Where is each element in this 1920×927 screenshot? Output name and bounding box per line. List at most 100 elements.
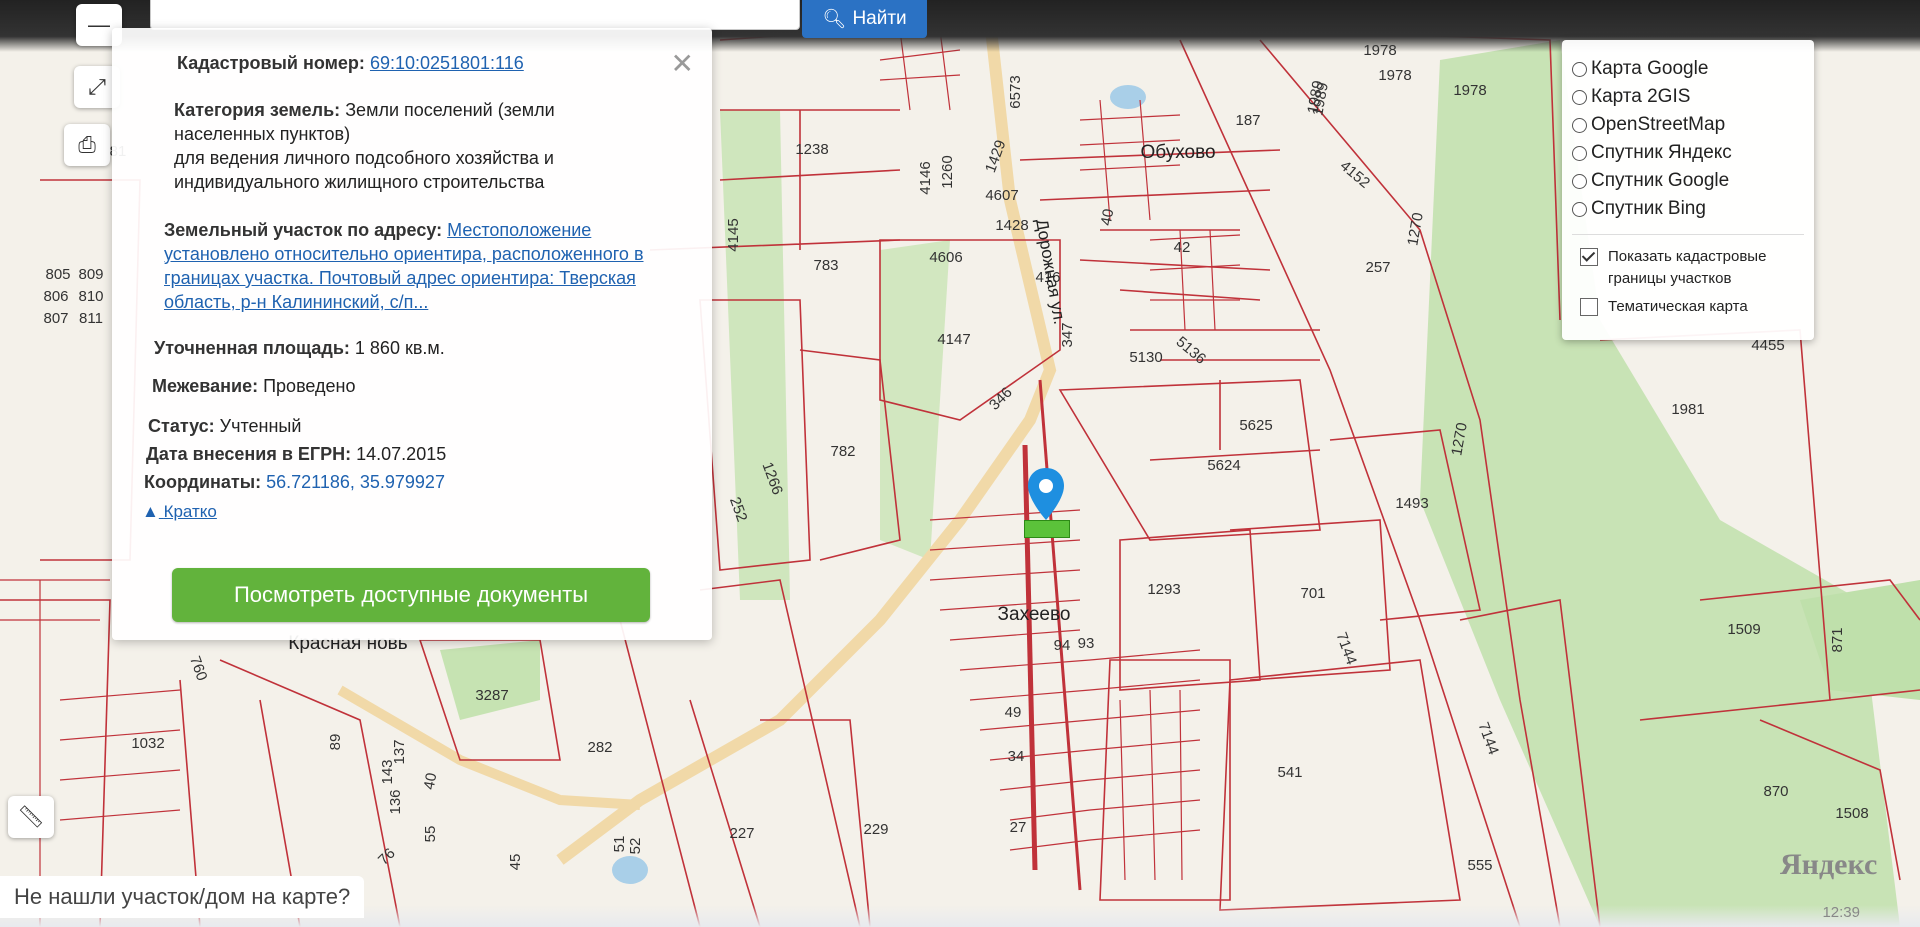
parcel-number[interactable]: 5625 bbox=[1239, 417, 1272, 434]
parcel-number[interactable]: 810 bbox=[78, 288, 103, 305]
address-link-4[interactable]: область, р-н Калининский, с/п... bbox=[164, 290, 644, 314]
egrn-label: Дата внесения в ЕГРН: bbox=[146, 444, 352, 464]
coords-value[interactable]: 56.721186, 35.979927 bbox=[266, 472, 445, 492]
collapse-link[interactable]: ▲ Кратко bbox=[142, 502, 217, 522]
printer-icon: ⎙ bbox=[78, 132, 96, 157]
cadastral-number-link[interactable]: 69:10:0251801:116 bbox=[370, 53, 524, 73]
radio-button[interactable] bbox=[1572, 173, 1587, 189]
map-type-option[interactable]: Спутник Яндекс bbox=[1572, 142, 1732, 164]
expand-icon: ⤢ bbox=[88, 74, 106, 99]
parcel-number[interactable]: 45 bbox=[507, 854, 524, 871]
address-link-3[interactable]: границах участка. Почтовый адрес ориенти… bbox=[164, 266, 644, 290]
map-type-option[interactable]: Карта 2GIS bbox=[1572, 86, 1690, 108]
parcel-number[interactable]: 51 bbox=[611, 836, 628, 853]
parcel-number[interactable]: 93 bbox=[1078, 635, 1095, 652]
parcel-number[interactable]: 871 bbox=[1829, 627, 1846, 652]
map-type-option[interactable]: Карта Google bbox=[1572, 58, 1708, 80]
coords-label: Координаты: bbox=[144, 472, 262, 492]
map-type-label: Спутник Google bbox=[1591, 170, 1730, 191]
parcel-number[interactable]: 27 bbox=[1010, 819, 1027, 836]
not-found-link[interactable]: Не нашли участок/дом на карте? bbox=[0, 876, 365, 918]
thematic-checkbox[interactable] bbox=[1580, 298, 1598, 316]
parcel-number[interactable]: 870 bbox=[1763, 783, 1788, 800]
radio-button[interactable] bbox=[1572, 61, 1587, 77]
map-app: 1978197819781989187198941521270257445519… bbox=[0, 0, 1920, 927]
parcel-number[interactable]: 1493 bbox=[1395, 495, 1428, 512]
radio-button[interactable] bbox=[1572, 117, 1587, 133]
address-link-1[interactable]: Местоположение bbox=[447, 220, 591, 240]
parcel-number[interactable]: 701 bbox=[1300, 585, 1325, 602]
parcel-number[interactable]: 1238 bbox=[795, 141, 828, 158]
parcel-number[interactable]: 1508 bbox=[1835, 805, 1868, 822]
show-borders-option[interactable]: Показать кадастровые границы участков bbox=[1580, 246, 1766, 290]
parcel-number[interactable]: 6573 bbox=[1007, 75, 1024, 108]
address-link-2[interactable]: установлено относительно ориентира, расп… bbox=[164, 242, 644, 266]
parcel-number[interactable]: 1978 bbox=[1453, 82, 1486, 99]
parcel-number[interactable]: 55 bbox=[422, 826, 439, 843]
map-type-option[interactable]: Спутник Bing bbox=[1572, 198, 1706, 220]
parcel-number[interactable]: 1293 bbox=[1147, 581, 1180, 598]
parcel-number[interactable]: 187 bbox=[1235, 112, 1260, 129]
parcel-number[interactable]: 34 bbox=[1008, 748, 1025, 765]
parcel-number[interactable]: 257 bbox=[1365, 259, 1390, 276]
radio-button[interactable] bbox=[1572, 89, 1587, 105]
thematic-option[interactable]: Тематическая карта bbox=[1580, 296, 1748, 318]
map-type-option[interactable]: OpenStreetMap bbox=[1572, 114, 1725, 136]
parcel-number[interactable]: 94 bbox=[1054, 637, 1071, 654]
parcel-number[interactable]: 42 bbox=[1174, 239, 1191, 256]
parcel-number[interactable]: 783 bbox=[813, 257, 838, 274]
parcel-number[interactable]: 782 bbox=[830, 443, 855, 460]
parcel-number[interactable]: 5130 bbox=[1129, 349, 1162, 366]
parcel-number[interactable]: 1260 bbox=[939, 155, 956, 188]
minus-icon: — bbox=[88, 12, 110, 37]
parcel-number[interactable]: 347 bbox=[1059, 322, 1076, 347]
radio-button[interactable] bbox=[1572, 201, 1587, 217]
close-icon[interactable]: ✕ bbox=[671, 50, 694, 78]
parcel-number[interactable]: 4145 bbox=[725, 218, 742, 251]
parcel-number[interactable]: 282 bbox=[587, 739, 612, 756]
parcel-number[interactable]: 1509 bbox=[1727, 621, 1760, 638]
parcel-number[interactable]: 143 bbox=[379, 759, 396, 784]
area-row: Уточненная площадь: 1 860 кв.м. bbox=[154, 338, 445, 359]
parcel-number[interactable]: 52 bbox=[627, 838, 644, 855]
view-documents-button[interactable]: Посмотреть доступные документы bbox=[172, 568, 650, 622]
parcel-number[interactable]: 229 bbox=[863, 821, 888, 838]
system-clock: 12:39 bbox=[1822, 904, 1860, 921]
parcel-number[interactable]: 4147 bbox=[937, 331, 970, 348]
search-input[interactable] bbox=[150, 0, 800, 30]
parcel-number[interactable]: 1428 bbox=[995, 217, 1028, 234]
parcel-number[interactable]: 1978 bbox=[1378, 67, 1411, 84]
parcel-number[interactable]: 809 bbox=[78, 266, 103, 283]
egrn-value: 14.07.2015 bbox=[356, 444, 447, 464]
parcel-number[interactable]: 805 bbox=[45, 266, 70, 283]
parcel-number[interactable]: 3287 bbox=[475, 687, 508, 704]
map-type-option[interactable]: Спутник Google bbox=[1572, 170, 1729, 192]
parcel-number[interactable]: 40 bbox=[421, 772, 441, 791]
parcel-number[interactable]: 4607 bbox=[985, 187, 1018, 204]
survey-row: Межевание: Проведено bbox=[152, 376, 356, 397]
parcel-number[interactable]: 1981 bbox=[1671, 401, 1704, 418]
parcel-number[interactable]: 806 bbox=[43, 288, 68, 305]
parcel-number[interactable]: 5624 bbox=[1207, 457, 1240, 474]
parcel-number[interactable]: 89 bbox=[327, 734, 344, 751]
find-button[interactable]: 🔍︎ Найти bbox=[802, 0, 927, 38]
parcel-number[interactable]: 4606 bbox=[929, 249, 962, 266]
location-pin-icon[interactable] bbox=[1026, 466, 1066, 522]
show-borders-checkbox[interactable] bbox=[1580, 248, 1598, 266]
parcel-number[interactable]: 49 bbox=[1005, 704, 1022, 721]
parcel-number[interactable]: 136 bbox=[387, 789, 404, 814]
radio-button[interactable] bbox=[1572, 145, 1587, 161]
print-button[interactable]: ⎙ bbox=[64, 124, 110, 166]
parcel-number[interactable]: 40 bbox=[1098, 208, 1118, 227]
category-row: Категория земель: Земли поселений (земли… bbox=[174, 98, 555, 194]
parcel-number[interactable]: 811 bbox=[79, 310, 103, 327]
category-value-3: для ведения личного подсобного хозяйства… bbox=[174, 148, 554, 168]
parcel-number[interactable]: 807 bbox=[43, 310, 68, 327]
parcel-number[interactable]: 1032 bbox=[131, 735, 164, 752]
parcel-number[interactable]: 555 bbox=[1467, 857, 1492, 874]
parcel-number[interactable]: 4146 bbox=[917, 161, 934, 194]
parcel-number[interactable]: 541 bbox=[1277, 764, 1302, 781]
selected-parcel[interactable] bbox=[1024, 520, 1070, 538]
ruler-button[interactable]: 📏︎ bbox=[8, 796, 54, 838]
parcel-number[interactable]: 227 bbox=[729, 825, 754, 842]
